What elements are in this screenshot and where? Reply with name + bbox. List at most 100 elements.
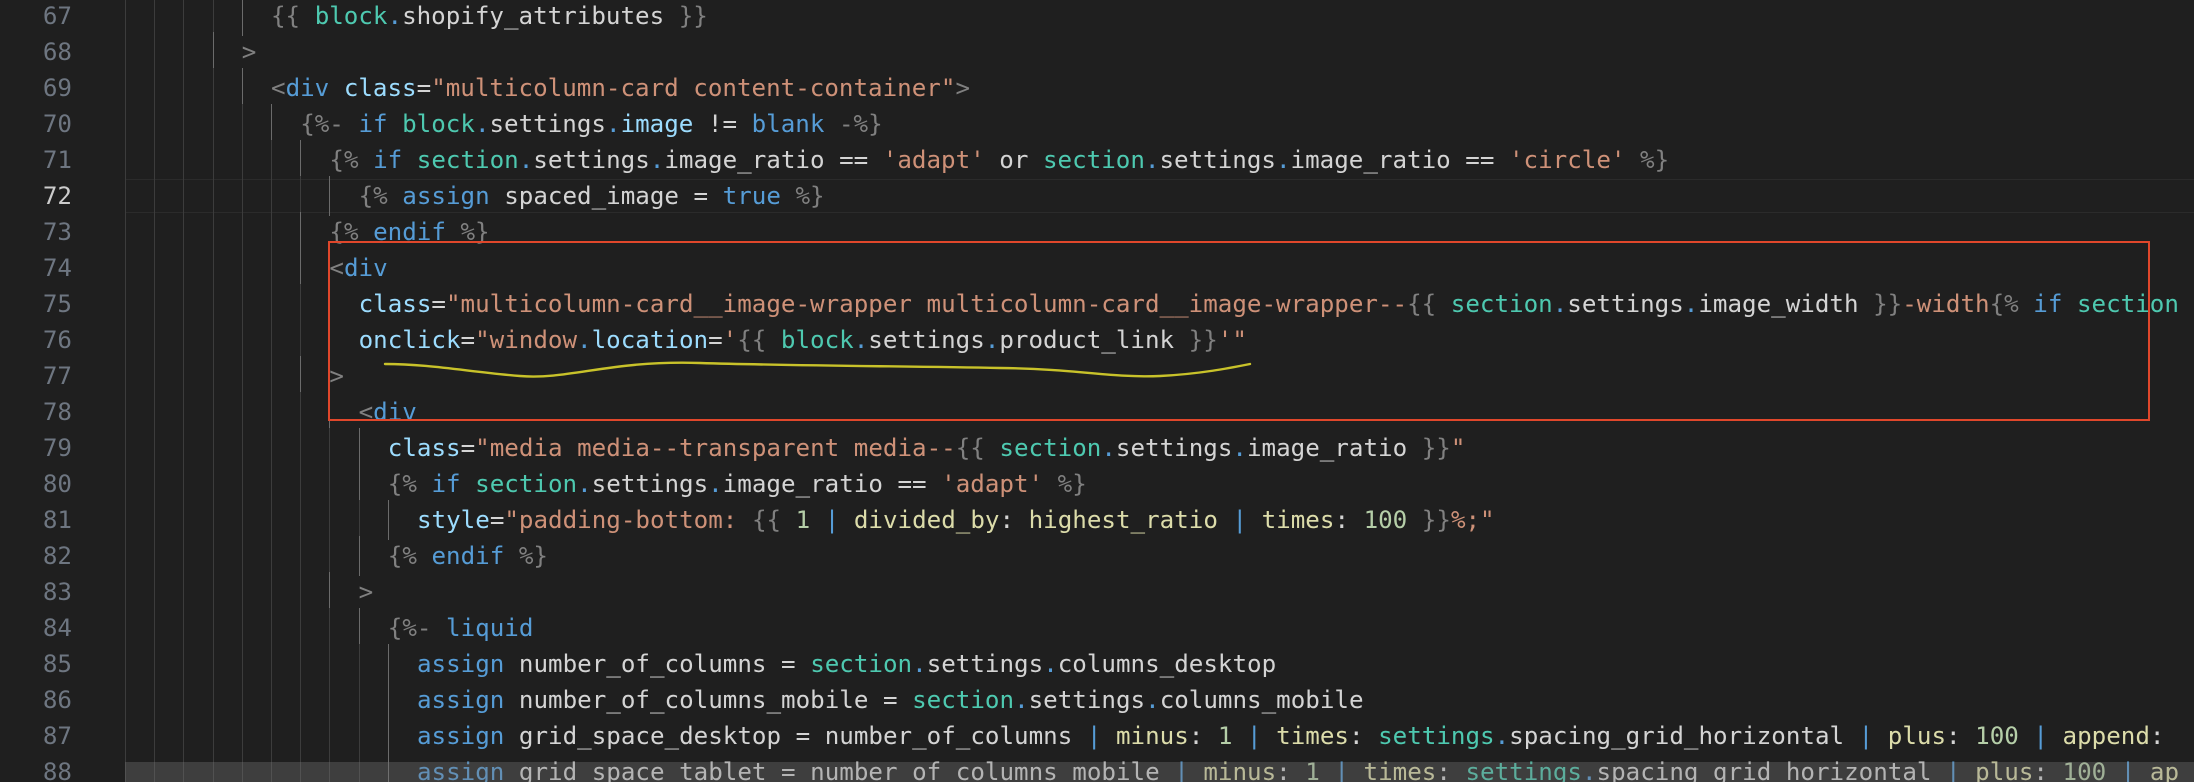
code-token: spaced_image = — [489, 182, 723, 210]
indent-guide — [300, 464, 302, 504]
code-token: section — [912, 686, 1015, 714]
code-line[interactable]: 77 > — [0, 356, 2194, 396]
indent-guide — [241, 572, 243, 612]
code-line[interactable]: 73 {% endif %} — [0, 212, 2194, 252]
code-token: = — [708, 326, 723, 354]
code-token: . — [606, 110, 621, 138]
line-number: 77 — [42, 362, 72, 390]
code-line[interactable]: 69 <div class="multicolumn-card content-c… — [0, 68, 2194, 108]
code-token: . — [1101, 434, 1116, 462]
code-token: if — [2033, 290, 2063, 318]
indent-guide — [154, 644, 156, 684]
code-token: < — [329, 254, 344, 282]
indent-guide — [125, 392, 126, 432]
code-token: image_ratio — [664, 146, 825, 174]
code-token: == — [824, 146, 883, 174]
code-line[interactable]: 84 {%- liquid — [0, 608, 2194, 648]
code-token: 100 — [1363, 506, 1408, 534]
indent-guide — [271, 284, 272, 324]
indent-guide — [271, 428, 272, 468]
code-token: %} — [1043, 470, 1087, 498]
code-line[interactable]: 75 class="multicolumn-card__image-wrapper… — [0, 284, 2194, 324]
code-token: | — [2018, 722, 2063, 750]
indent-guide — [183, 68, 185, 108]
code-token: settings — [1567, 290, 1684, 318]
code-token: number_of_columns = — [504, 650, 811, 678]
indent-guide — [183, 680, 185, 720]
indent-guide — [300, 644, 302, 684]
code-text: assign number_of_columns_mobile = sectio… — [417, 682, 1364, 718]
code-token: == — [882, 470, 942, 498]
code-token: "window — [475, 326, 578, 354]
code-token: section — [416, 146, 519, 174]
code-token: endif — [373, 218, 446, 246]
code-token: {{ — [1407, 290, 1451, 318]
code-line[interactable]: 81 style="padding-bottom: {{ 1 | divided_… — [0, 500, 2194, 540]
indent-guide — [154, 356, 156, 396]
code-token: . — [1043, 650, 1058, 678]
code-line[interactable]: 85 assign number_of_columns = section.set… — [0, 644, 2194, 684]
indent-guide — [125, 248, 126, 288]
code-line[interactable]: 86 assign number_of_columns_mobile = sect… — [0, 680, 2194, 720]
code-token: . — [984, 326, 1000, 354]
code-line[interactable]: 76 onclick="window.location='{{ block.set… — [0, 320, 2194, 360]
indent-guide — [300, 212, 302, 252]
code-line[interactable]: 87 assign grid_space_desktop = number_of_… — [0, 716, 2194, 756]
code-token: }} — [1858, 290, 1903, 318]
indent-guide — [154, 608, 156, 648]
code-line[interactable]: 82 {% endif %} — [0, 536, 2194, 576]
code-line[interactable]: 67 {{ block.shopify_attributes }} — [0, 0, 2194, 36]
code-token: "padding-bottom: — [504, 506, 752, 534]
indent-guide — [154, 0, 156, 36]
code-token: {%- — [300, 110, 359, 138]
code-token: %} — [504, 542, 548, 570]
indent-guide — [154, 140, 156, 180]
code-token: section — [1042, 146, 1145, 174]
code-line[interactable]: 70 {%- if block.settings.image != blank -… — [0, 104, 2194, 144]
code-line[interactable]: 68 > — [0, 32, 2194, 72]
code-token: {{ — [271, 2, 315, 30]
code-token: section — [810, 650, 913, 678]
code-token: image_width — [1698, 290, 1859, 318]
indent-guide — [300, 356, 302, 396]
code-token: highest_ratio — [1028, 506, 1218, 534]
code-token: > — [241, 38, 257, 66]
code-text: onclick="window.location='{{ block.setti… — [359, 322, 1247, 358]
code-line[interactable]: 74 <div — [0, 248, 2194, 288]
indent-guide — [241, 104, 243, 144]
code-line[interactable]: 72 {% assign spaced_image = true %} — [0, 176, 2194, 216]
indent-guide — [125, 212, 126, 252]
code-line[interactable]: 83 > — [0, 572, 2194, 612]
code-token: settings — [1159, 146, 1276, 174]
code-line[interactable]: 79 class="media media--transparent media-… — [0, 428, 2194, 468]
code-token: . — [1232, 434, 1247, 462]
indent-guide — [241, 392, 243, 432]
code-token: block — [780, 326, 854, 354]
indent-guide — [241, 320, 243, 360]
code-text: {%- liquid — [388, 610, 534, 646]
indent-guide — [212, 320, 214, 360]
line-number: 73 — [42, 218, 72, 246]
code-token: . — [577, 470, 592, 498]
line-number: 71 — [42, 146, 72, 174]
code-token: " — [1450, 434, 1466, 462]
code-line[interactable]: 78 <div — [0, 392, 2194, 432]
code-token: }} — [664, 2, 708, 30]
indent-guide — [125, 644, 126, 684]
code-line[interactable]: 80 {% if section.settings.image_ratio == … — [0, 464, 2194, 504]
indent-guide — [241, 536, 243, 576]
indent-guide — [241, 428, 243, 468]
code-token: 'adapt' — [882, 146, 985, 174]
horizontal-scrollbar[interactable] — [125, 762, 2194, 782]
code-line[interactable]: 71 {% if section.settings.image_ratio == … — [0, 140, 2194, 180]
indent-guide — [241, 248, 243, 288]
code-token: settings — [533, 146, 650, 174]
indent-guide — [241, 500, 243, 540]
indent-guide — [271, 104, 272, 144]
code-token: {%- — [387, 614, 447, 642]
code-token: class — [387, 434, 461, 462]
code-token: 100 — [1975, 722, 2019, 750]
code-token: times — [1261, 506, 1335, 534]
code-editor[interactable]: 67{{ block.shopify_attributes }} 68 >69 <di… — [0, 0, 2194, 782]
